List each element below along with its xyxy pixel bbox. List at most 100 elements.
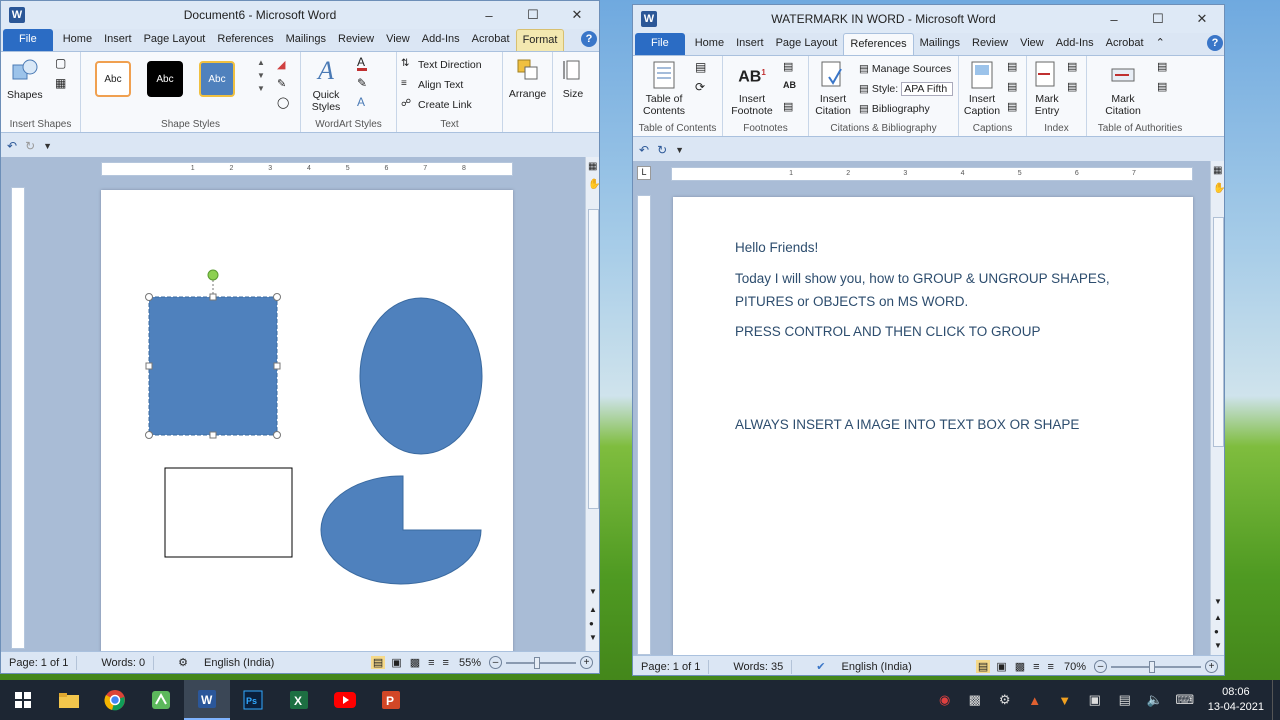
zoom-slider[interactable] [1111, 660, 1201, 673]
update-toa-icon[interactable]: ▤ [1157, 80, 1167, 93]
rotation-handle[interactable] [207, 269, 219, 281]
shape-fill-icon[interactable]: ◢ [277, 58, 289, 71]
zoom-in-button[interactable]: + [580, 656, 593, 669]
insert-toa-icon[interactable]: ▤ [1157, 60, 1167, 73]
minimize-button[interactable]: – [1092, 5, 1136, 33]
draft-icon[interactable]: ≡ [1046, 661, 1056, 673]
next-page-icon[interactable]: ▼ [589, 633, 597, 642]
network-share-icon[interactable]: ⚙ [990, 680, 1020, 720]
close-button[interactable]: ✕ [1180, 5, 1224, 33]
zoom-in-button[interactable]: + [1205, 660, 1218, 673]
tab-home[interactable]: Home [689, 33, 730, 55]
insert-table-of-figures-icon[interactable]: ▤ [1007, 60, 1017, 73]
chrome-icon[interactable] [92, 680, 138, 720]
arrange-button[interactable]: Arrange [507, 55, 548, 100]
pie-shape[interactable] [320, 475, 482, 585]
volume-icon[interactable]: 🔈 [1140, 680, 1170, 720]
tab-mailings[interactable]: Mailings [914, 33, 966, 55]
print-layout-icon[interactable]: ▤ [370, 656, 386, 669]
zoom-level[interactable]: 70% [1060, 661, 1090, 673]
shapes-button[interactable]: Shapes [7, 56, 43, 101]
proofing-icon[interactable]: ⚙ [170, 656, 196, 669]
full-screen-icon[interactable]: ▣ [389, 656, 403, 669]
tab-selector[interactable]: L [637, 166, 651, 180]
insert-footnote-button[interactable]: AB1 Insert Footnote [725, 60, 779, 117]
status-page[interactable]: Page: 1 of 1 [633, 661, 708, 673]
minimize-ribbon-icon[interactable]: ⌃ [1150, 33, 1171, 55]
windows-start-icon[interactable] [0, 680, 46, 720]
table-of-contents-button[interactable]: Table of Contents [637, 60, 691, 117]
mark-entry-button[interactable]: Mark Entry [1029, 60, 1065, 117]
tab-page-layout[interactable]: Page Layout [770, 33, 844, 55]
tab-page-layout[interactable]: Page Layout [138, 29, 212, 51]
resize-handle[interactable] [145, 431, 153, 439]
horizontal-ruler[interactable]: 1 2 3 4 5 6 7 [671, 167, 1193, 181]
minimize-button[interactable]: – [467, 1, 511, 29]
photoshop-icon[interactable]: Ps [230, 680, 276, 720]
keyboard-icon[interactable]: ⌨ [1170, 680, 1200, 720]
outline-icon[interactable]: ≡ [426, 657, 436, 669]
update-figures-icon[interactable]: ▤ [1007, 80, 1017, 93]
maximize-button[interactable]: ☐ [511, 1, 555, 29]
resize-handle[interactable] [209, 431, 217, 439]
vertical-scrollbar[interactable]: ▦ ✋ ▼ ▲ ● ▼ [1210, 161, 1224, 655]
youtube-icon[interactable] [322, 680, 368, 720]
battery-icon[interactable]: ▤ [1110, 680, 1140, 720]
draft-icon[interactable]: ≡ [441, 657, 451, 669]
zoom-out-button[interactable]: – [489, 656, 502, 669]
insert-caption-button[interactable]: Insert Caption [961, 60, 1003, 117]
tab-acrobat[interactable]: Acrobat [1100, 33, 1150, 55]
horizontal-ruler[interactable]: 1 2 3 4 5 6 7 8 [101, 162, 513, 176]
resize-handle[interactable] [273, 293, 281, 301]
text-effects-icon[interactable]: A [357, 95, 367, 109]
view-ruler-icon[interactable]: ▦ [1213, 165, 1222, 176]
word-taskbar-icon[interactable]: W [184, 680, 230, 720]
close-button[interactable]: ✕ [555, 1, 599, 29]
manage-sources-button[interactable]: ▤ Manage Sources [859, 59, 953, 79]
status-language[interactable]: English (India) [833, 661, 919, 673]
web-layout-icon[interactable]: ▩ [1013, 660, 1027, 673]
scroll-down-arrow[interactable]: ▼ [589, 587, 597, 596]
insert-endnote-icon[interactable]: ▤ [783, 60, 793, 73]
print-layout-icon[interactable]: ▤ [975, 660, 991, 673]
edit-shape-icon[interactable]: ▢ [55, 56, 66, 70]
vertical-scrollbar[interactable]: ▦ ✋ ▼ ▲ ● ▼ [585, 157, 599, 651]
shape-outline-icon[interactable]: ✎ [277, 77, 289, 90]
add-text-icon[interactable]: ▤ [695, 60, 706, 74]
tab-references[interactable]: References [843, 33, 914, 55]
document-page[interactable] [101, 190, 513, 660]
resize-handle[interactable] [273, 362, 281, 370]
prev-page-icon[interactable]: ▲ [589, 605, 597, 614]
next-footnote-icon[interactable]: AB [783, 80, 796, 90]
document-page[interactable]: Hello Friends! Today I will show you, ho… [673, 197, 1193, 667]
tab-insert[interactable]: Insert [98, 29, 138, 51]
tab-add-ins[interactable]: Add-Ins [1050, 33, 1100, 55]
style-gallery-scroll[interactable]: ▲ ▼ ▼ [257, 58, 265, 93]
quick-styles-button[interactable]: A Quick Styles [305, 56, 347, 114]
style-swatch-blue[interactable]: Abc [199, 61, 235, 97]
tray-arrow-icon[interactable]: ▼ [1050, 680, 1080, 720]
text-outline-icon[interactable]: ✎ [357, 76, 367, 90]
hand-icon[interactable]: ✋ [588, 179, 599, 190]
style-swatch-outline[interactable]: Abc [95, 61, 131, 97]
hand-icon[interactable]: ✋ [1213, 183, 1224, 194]
resize-handle[interactable] [145, 293, 153, 301]
resize-handle[interactable] [273, 431, 281, 439]
maximize-button[interactable]: ☐ [1136, 5, 1180, 33]
insert-index-icon[interactable]: ▤ [1067, 60, 1077, 73]
rectangle-outline-shape[interactable] [164, 467, 293, 558]
powerpoint-icon[interactable]: P [368, 680, 414, 720]
redo-icon[interactable]: ↻ [25, 139, 35, 153]
status-words[interactable]: Words: 35 [725, 661, 791, 673]
title-bar[interactable]: W WATERMARK IN WORD - Microsoft Word – ☐… [633, 5, 1224, 33]
create-link-button[interactable]: ☍ Create Link [401, 95, 498, 115]
resize-handle[interactable] [145, 362, 153, 370]
help-icon[interactable]: ? [1207, 35, 1223, 51]
prev-page-icon[interactable]: ▲ [1214, 613, 1222, 622]
full-screen-icon[interactable]: ▣ [994, 660, 1008, 673]
vertical-ruler[interactable] [11, 187, 25, 649]
green-app-icon[interactable] [138, 680, 184, 720]
customize-qat-icon[interactable]: ▼ [43, 141, 52, 151]
redo-icon[interactable]: ↻ [657, 143, 667, 157]
antivirus-icon[interactable]: ▲ [1020, 680, 1050, 720]
